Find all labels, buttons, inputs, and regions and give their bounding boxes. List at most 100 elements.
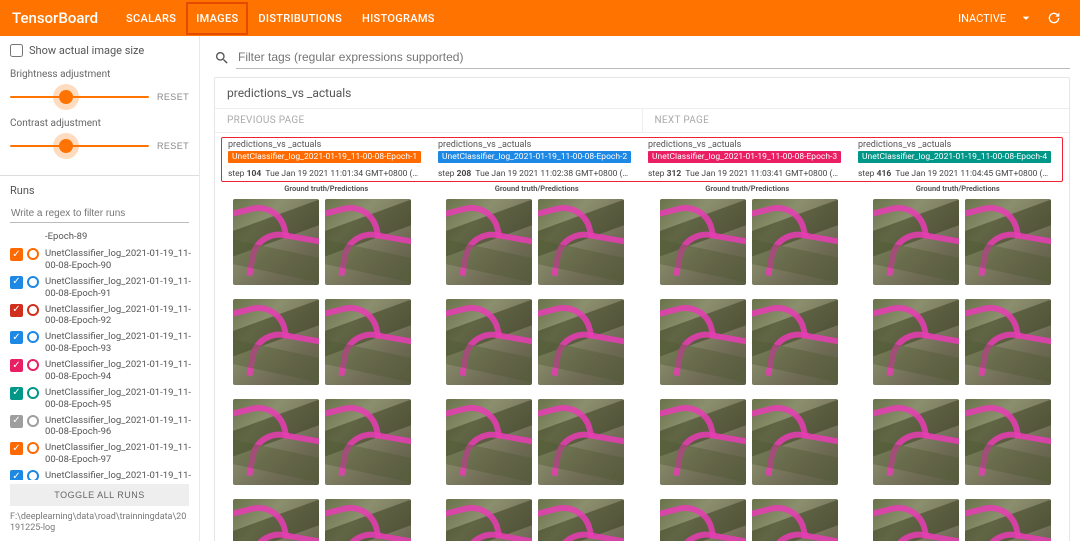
tag-filter-input[interactable] bbox=[236, 46, 1070, 69]
prediction-image[interactable] bbox=[538, 499, 624, 541]
run-checkbox[interactable] bbox=[10, 304, 23, 317]
prediction-image[interactable] bbox=[965, 199, 1051, 285]
prediction-image[interactable] bbox=[965, 499, 1051, 541]
prediction-image[interactable] bbox=[325, 199, 411, 285]
run-item[interactable]: UnetClassifier_log_2021-01-19_11-00-08-E… bbox=[10, 385, 195, 413]
contrast-reset-button[interactable]: RESET bbox=[157, 141, 189, 151]
run-radio[interactable] bbox=[27, 470, 39, 480]
run-item[interactable]: UnetClassifier_log_2021-01-19_11-00-08-E… bbox=[10, 413, 195, 441]
ground-truth-labels-row: Ground truth/PredictionsGround truth/Pre… bbox=[221, 184, 1063, 193]
ground-truth-image[interactable] bbox=[660, 399, 746, 485]
run-radio[interactable] bbox=[27, 331, 39, 343]
ground-truth-image[interactable] bbox=[660, 299, 746, 385]
ground-truth-image[interactable] bbox=[873, 299, 959, 385]
run-radio[interactable] bbox=[27, 248, 39, 260]
run-item[interactable]: UnetClassifier_log_2021-01-19_11-00-08-E… bbox=[10, 274, 195, 302]
ground-truth-image[interactable] bbox=[233, 199, 319, 285]
tab-histograms[interactable]: HISTOGRAMS bbox=[352, 2, 445, 35]
sidebar: Show actual image size Brightness adjust… bbox=[0, 36, 200, 541]
status-label: INACTIVE bbox=[958, 12, 1006, 25]
prediction-image[interactable] bbox=[965, 299, 1051, 385]
run-radio[interactable] bbox=[27, 359, 39, 371]
runs-header: Runs bbox=[0, 180, 199, 201]
ground-truth-image[interactable] bbox=[873, 399, 959, 485]
refresh-icon[interactable] bbox=[1046, 10, 1062, 26]
ground-truth-image[interactable] bbox=[233, 499, 319, 541]
run-radio[interactable] bbox=[27, 442, 39, 454]
ground-truth-image[interactable] bbox=[233, 299, 319, 385]
run-tag-badge: UnetClassifier_log_2021-01-19_11-00-08-E… bbox=[228, 151, 421, 163]
run-item[interactable]: UnetClassifier_log_2021-01-19_11-00-08-E… bbox=[10, 440, 195, 468]
image-column-header: predictions_vs _actualsUnetClassifier_lo… bbox=[852, 138, 1062, 181]
run-checkbox[interactable] bbox=[10, 248, 23, 261]
run-name: UnetClassifier_log_2021-01-19_11-00-08-E… bbox=[45, 359, 195, 383]
run-name: UnetClassifier_log_2021-01-19_11-00-08-E… bbox=[45, 415, 195, 439]
run-checkbox[interactable] bbox=[10, 470, 23, 480]
ground-truth-image[interactable] bbox=[446, 499, 532, 541]
ground-truth-image[interactable] bbox=[446, 399, 532, 485]
prediction-image[interactable] bbox=[325, 399, 411, 485]
run-radio[interactable] bbox=[27, 415, 39, 427]
run-checkbox[interactable] bbox=[10, 387, 23, 400]
prediction-image[interactable] bbox=[325, 499, 411, 541]
run-name: UnetClassifier_log_2021-01-19_11-00-08-E… bbox=[45, 276, 195, 300]
brightness-reset-button[interactable]: RESET bbox=[157, 92, 189, 102]
prediction-image[interactable] bbox=[538, 199, 624, 285]
column-title: predictions_vs _actuals bbox=[648, 140, 846, 150]
prediction-image[interactable] bbox=[752, 399, 838, 485]
prediction-image[interactable] bbox=[752, 299, 838, 385]
ground-truth-image[interactable] bbox=[446, 299, 532, 385]
runs-filter-input[interactable] bbox=[10, 205, 189, 223]
image-pair bbox=[650, 299, 848, 385]
prediction-image[interactable] bbox=[325, 299, 411, 385]
run-item[interactable]: UnetClassifier_log_2021-01-19_11-00-08-E… bbox=[10, 246, 195, 274]
runs-list[interactable]: -Epoch-89UnetClassifier_log_2021-01-19_1… bbox=[0, 229, 199, 480]
run-checkbox[interactable] bbox=[10, 442, 23, 455]
next-page-button[interactable]: NEXT PAGE bbox=[642, 109, 1070, 132]
run-radio[interactable] bbox=[27, 387, 39, 399]
prediction-image[interactable] bbox=[538, 399, 624, 485]
ground-truth-image[interactable] bbox=[446, 199, 532, 285]
run-name: UnetClassifier_log_2021-01-19_11-00-08-E… bbox=[45, 304, 195, 328]
contrast-slider[interactable] bbox=[10, 135, 149, 157]
ground-truth-image[interactable] bbox=[873, 499, 959, 541]
ground-truth-image[interactable] bbox=[233, 399, 319, 485]
run-item[interactable]: UnetClassifier_log_2021-01-19_11-00-08-E… bbox=[10, 302, 195, 330]
prediction-image[interactable] bbox=[752, 199, 838, 285]
tab-images[interactable]: IMAGES bbox=[186, 2, 248, 35]
image-column-header: predictions_vs _actualsUnetClassifier_lo… bbox=[642, 138, 852, 181]
image-pair bbox=[223, 199, 421, 285]
ground-truth-image[interactable] bbox=[660, 499, 746, 541]
run-checkbox[interactable] bbox=[10, 415, 23, 428]
brightness-slider[interactable] bbox=[10, 86, 149, 108]
ground-truth-image[interactable] bbox=[660, 199, 746, 285]
run-checkbox[interactable] bbox=[10, 359, 23, 372]
run-item[interactable]: UnetClassifier_log_2021-01-19_11-00-08-E… bbox=[10, 357, 195, 385]
run-checkbox[interactable] bbox=[10, 276, 23, 289]
toggle-all-runs-button[interactable]: TOGGLE ALL RUNS bbox=[10, 484, 189, 506]
prediction-image[interactable] bbox=[752, 499, 838, 541]
step-timestamp: step 416 Tue Jan 19 2021 11:04:45 GMT+08… bbox=[858, 167, 1056, 179]
run-checkbox[interactable] bbox=[10, 331, 23, 344]
run-item[interactable]: UnetClassifier_log_2021-01-19_11-00-08-E… bbox=[10, 329, 195, 357]
run-name: UnetClassifier_log_2021-01-19_11-00-08-E… bbox=[45, 331, 195, 355]
image-column-header: predictions_vs _actualsUnetClassifier_lo… bbox=[222, 138, 432, 181]
run-radio[interactable] bbox=[27, 304, 39, 316]
show-actual-image-size-checkbox[interactable] bbox=[10, 44, 23, 57]
image-pair bbox=[864, 299, 1062, 385]
run-radio[interactable] bbox=[27, 276, 39, 288]
header-tabs: SCALARSIMAGESDISTRIBUTIONSHISTOGRAMS bbox=[116, 2, 445, 35]
group-title[interactable]: predictions_vs _actuals bbox=[215, 78, 1069, 109]
image-pair bbox=[437, 399, 635, 485]
previous-page-button[interactable]: PREVIOUS PAGE bbox=[215, 109, 642, 132]
tab-distributions[interactable]: DISTRIBUTIONS bbox=[248, 2, 352, 35]
image-pair bbox=[864, 399, 1062, 485]
image-pair bbox=[650, 399, 848, 485]
prediction-image[interactable] bbox=[538, 299, 624, 385]
run-item[interactable]: UnetClassifier_log_2021-01-19_11-00-08-E… bbox=[10, 468, 195, 480]
tab-scalars[interactable]: SCALARS bbox=[116, 2, 186, 35]
ground-truth-image[interactable] bbox=[873, 199, 959, 285]
prediction-image[interactable] bbox=[965, 399, 1051, 485]
chevron-down-icon[interactable] bbox=[1018, 10, 1034, 26]
app-header: TensorBoard SCALARSIMAGESDISTRIBUTIONSHI… bbox=[0, 0, 1080, 36]
